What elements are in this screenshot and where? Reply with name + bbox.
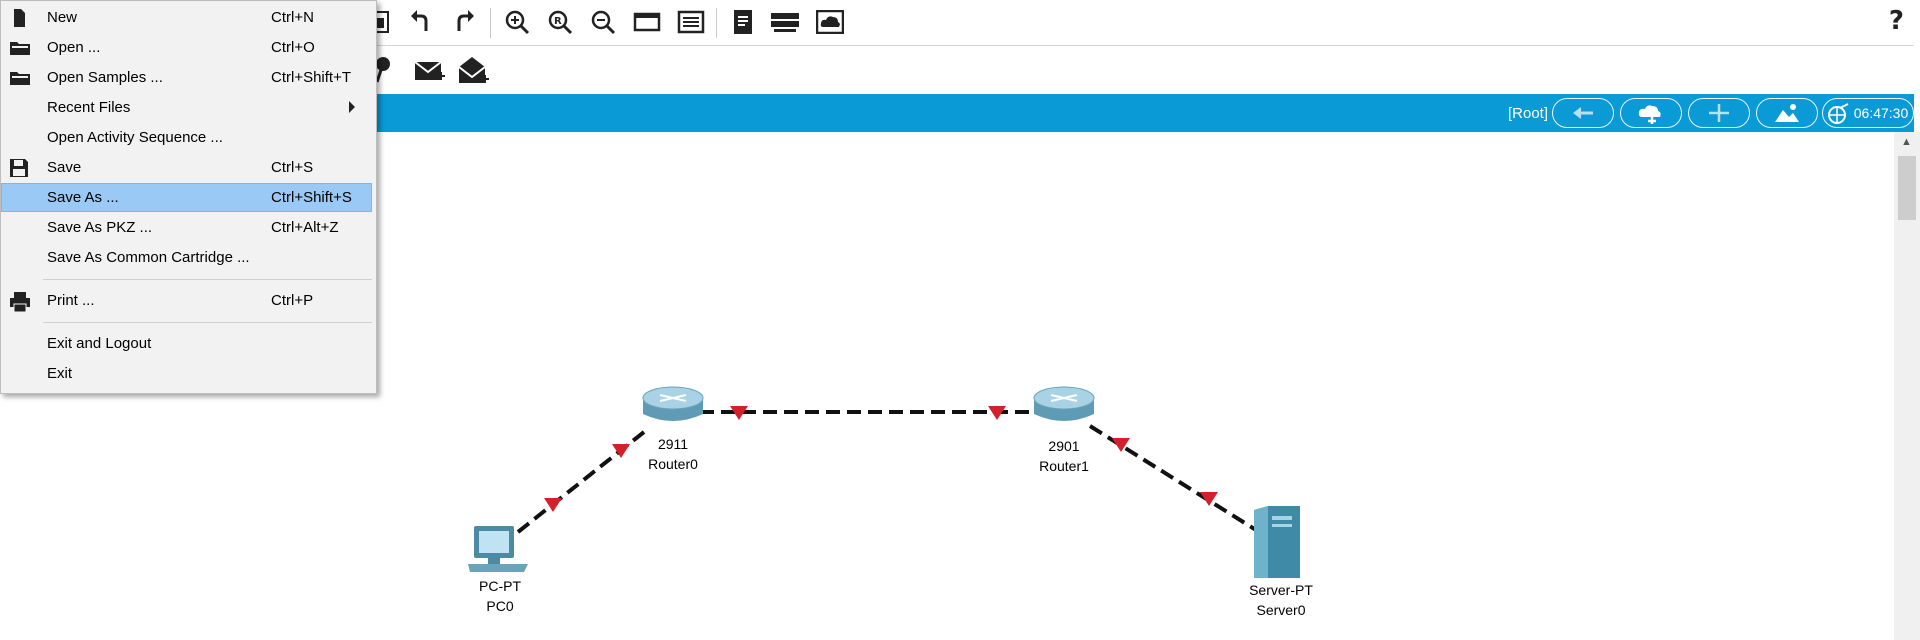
- save-icon: [9, 158, 29, 178]
- custom-device-icon[interactable]: [674, 5, 708, 39]
- set-background-button[interactable]: [1756, 98, 1818, 128]
- router0-name: Router0: [648, 456, 698, 472]
- menu-item-label: Open ...: [47, 39, 101, 56]
- router1-label: 2901 Router1: [1004, 436, 1124, 476]
- vertical-scrollbar[interactable]: ▲: [1894, 132, 1920, 640]
- back-button[interactable]: [1552, 98, 1614, 128]
- router1-name: Router1: [1039, 458, 1089, 474]
- pc0-model: PC-PT: [479, 578, 521, 594]
- router0-model: 2911: [657, 436, 689, 452]
- zoom-reset-icon[interactable]: R: [543, 5, 577, 39]
- menu-separator: [43, 279, 372, 280]
- menu-item-exit[interactable]: Exit: [1, 359, 372, 388]
- redo-icon[interactable]: [447, 5, 481, 39]
- menu-item-label: Recent Files: [47, 99, 131, 116]
- clock: 06:47:30: [1853, 105, 1909, 121]
- notes-icon[interactable]: [726, 5, 760, 39]
- packet-tracer-window: R ? [Root] 06:47:30 2911 Router0 2901 Ro…: [0, 0, 1920, 640]
- menu-item-label: Exit: [47, 365, 73, 382]
- menu-item-label: Save As ...: [47, 189, 119, 206]
- add-simple-pdu-icon[interactable]: [412, 53, 446, 87]
- menu-item-new[interactable]: New Ctrl+N: [1, 3, 372, 32]
- scroll-thumb[interactable]: [1898, 156, 1916, 220]
- viewport-button[interactable]: 06:47:30: [1822, 98, 1914, 128]
- menu-item-shortcut: Ctrl+N: [271, 9, 314, 26]
- undo-icon[interactable]: [404, 5, 438, 39]
- new-cluster-icon: [1638, 105, 1661, 124]
- cloud-view-icon[interactable]: [813, 5, 847, 39]
- menu-item-label: Open Samples ...: [47, 69, 163, 86]
- drawing-palette-icon[interactable]: [630, 5, 664, 39]
- zoom-out-icon[interactable]: [586, 5, 620, 39]
- menu-item-open-activity-sequence[interactable]: Open Activity Sequence ...: [1, 123, 372, 152]
- server0-model: Server-PT: [1249, 582, 1313, 598]
- menu-item-shortcut: Ctrl+Shift+S: [271, 189, 352, 206]
- menu-item-label: Open Activity Sequence ...: [47, 129, 223, 146]
- move-object-icon: [1709, 104, 1729, 122]
- router0-label: 2911 Router0: [613, 434, 733, 474]
- printer-icon: [9, 291, 30, 313]
- menu-item-open-samples[interactable]: Open Samples ... Ctrl+Shift+T: [1, 63, 372, 92]
- new-cluster-button[interactable]: [1620, 98, 1682, 128]
- menu-item-shortcut: Ctrl+P: [271, 292, 314, 309]
- root-label[interactable]: [Root]: [1508, 105, 1548, 122]
- menu-item-shortcut: Ctrl+S: [271, 159, 314, 176]
- cluster-icon[interactable]: [768, 5, 802, 39]
- viewport-icon: [1827, 103, 1849, 124]
- scroll-up-icon[interactable]: ▲: [1901, 136, 1912, 148]
- server0-icon[interactable]: [1254, 506, 1300, 578]
- menu-item-exit-and-logout[interactable]: Exit and Logout: [1, 329, 372, 358]
- menu-item-label: Save As Common Cartridge ...: [47, 249, 250, 266]
- menu-item-shortcut: Ctrl+O: [271, 39, 315, 56]
- menu-separator: [43, 322, 372, 323]
- back-icon: [1573, 107, 1593, 119]
- menu-item-recent-files[interactable]: Recent Files: [1, 93, 372, 122]
- pc0-name: PC0: [486, 598, 514, 614]
- add-complex-pdu-icon[interactable]: [456, 53, 490, 87]
- server0-label: Server-PT Server0: [1221, 580, 1341, 620]
- menu-item-shortcut: Ctrl+Alt+Z: [271, 219, 339, 236]
- new-file-icon: [9, 8, 29, 28]
- router0-icon[interactable]: [642, 386, 704, 421]
- server0-name: Server0: [1256, 602, 1306, 618]
- submenu-arrow-icon: [349, 101, 355, 113]
- menu-item-label: Print ...: [47, 292, 95, 309]
- menu-item-label: New: [47, 9, 78, 26]
- menu-item-open[interactable]: Open ... Ctrl+O: [1, 33, 372, 62]
- folder-icon: [9, 38, 30, 58]
- set-background-icon: [1775, 104, 1799, 122]
- menu-item-save-as[interactable]: Save As ... Ctrl+Shift+S: [1, 183, 372, 212]
- pc0-label: PC-PT PC0: [440, 576, 560, 616]
- zoom-in-icon[interactable]: [500, 5, 534, 39]
- folder-icon: [9, 68, 30, 88]
- menu-item-print[interactable]: Print ... Ctrl+P: [1, 286, 372, 315]
- menu-item-save[interactable]: Save Ctrl+S: [1, 153, 372, 182]
- window-edge: [1914, 0, 1920, 132]
- file-menu: New Ctrl+N Open ... Ctrl+O Open Samples …: [0, 0, 377, 394]
- move-object-button[interactable]: [1688, 98, 1750, 128]
- router1-model: 2901: [1048, 438, 1080, 454]
- menu-item-save-as-pkz[interactable]: Save As PKZ ... Ctrl+Alt+Z: [1, 213, 372, 242]
- menu-item-save-as-common-cartridge[interactable]: Save As Common Cartridge ...: [1, 243, 372, 272]
- svg-text:R: R: [554, 16, 562, 27]
- help-button[interactable]: ?: [1889, 6, 1904, 36]
- menu-item-label: Save As PKZ ...: [47, 219, 153, 236]
- menu-item-label: Save: [47, 159, 82, 176]
- menu-item-shortcut: Ctrl+Shift+T: [271, 69, 352, 86]
- menu-item-label: Exit and Logout: [47, 335, 152, 352]
- link-light: [544, 498, 562, 512]
- router1-icon[interactable]: [1033, 386, 1095, 421]
